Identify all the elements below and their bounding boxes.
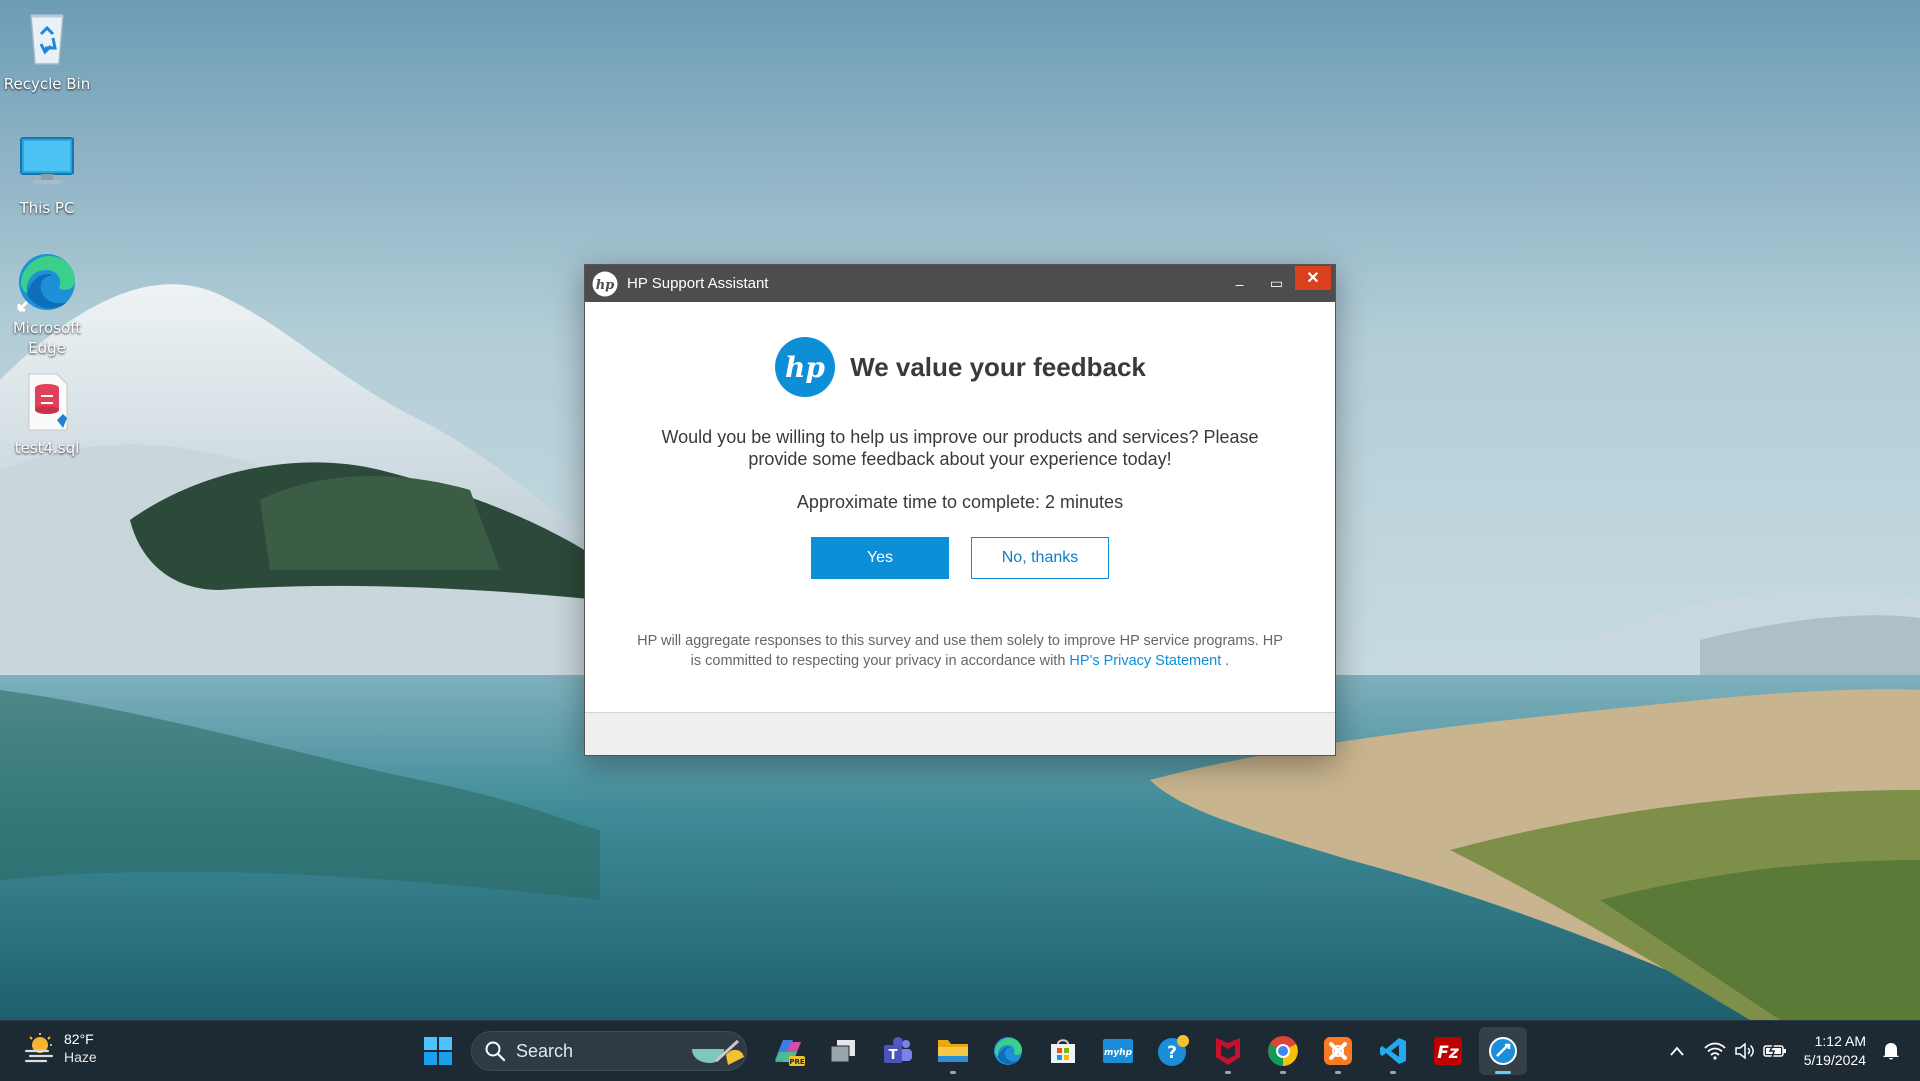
taskbar-store[interactable] [1039, 1027, 1087, 1075]
store-icon [1051, 1039, 1075, 1063]
taskbar: 82°F Haze Search PRE T myhp ? Fz 1:12 AM… [0, 1020, 1920, 1081]
windows-start-icon [424, 1037, 452, 1065]
svg-text:hp: hp [785, 351, 825, 384]
search-icon [485, 1041, 506, 1062]
weather-condition: Haze [64, 1049, 97, 1065]
svg-text:Fz: Fz [1437, 1043, 1459, 1063]
battery-charging-icon [1762, 1043, 1786, 1059]
desktop-icon-this-pc[interactable]: This PC [0, 130, 94, 218]
chrome-icon [1268, 1036, 1298, 1066]
taskbar-task-view[interactable] [819, 1027, 867, 1075]
chevron-up-icon [1670, 1046, 1684, 1056]
taskbar-mcafee[interactable] [1204, 1027, 1252, 1075]
hp-support-icon [1489, 1037, 1517, 1065]
myhp-text: myhp [1104, 1048, 1133, 1058]
dialog-heading: We value your feedback [850, 351, 1146, 382]
close-button[interactable]: ✕ [1295, 266, 1331, 290]
running-indicator [1335, 1071, 1341, 1074]
copilot-icon: PRE [775, 1040, 805, 1066]
privacy-disclaimer: HP will aggregate responses to this surv… [630, 631, 1290, 671]
svg-text:?: ? [1167, 1043, 1177, 1063]
weather-haze-icon [24, 1033, 54, 1063]
taskbar-apps: Search PRE T myhp ? Fz [414, 1027, 1527, 1075]
copilot-badge: PRE [789, 1058, 805, 1066]
no-thanks-button[interactable]: No, thanks [971, 537, 1109, 579]
xampp-icon [1324, 1037, 1352, 1065]
bell-icon [1883, 1043, 1899, 1060]
recycle-bin-icon [30, 14, 64, 65]
maximize-button[interactable]: ▭ [1258, 265, 1295, 302]
battery-button[interactable] [1760, 1036, 1790, 1066]
folder-icon [938, 1040, 968, 1062]
help-icon: ? [1158, 1035, 1189, 1066]
taskbar-copilot[interactable]: PRE [764, 1027, 812, 1075]
svg-text:hp: hp [596, 278, 615, 293]
yes-button[interactable]: Yes [811, 537, 949, 579]
task-view-icon [830, 1040, 855, 1063]
running-indicator [1225, 1071, 1231, 1074]
taskbar-search[interactable]: Search [471, 1031, 747, 1071]
taskbar-vscode[interactable] [1369, 1027, 1417, 1075]
filezilla-icon: Fz [1434, 1037, 1462, 1065]
disclaimer-end: . [1221, 653, 1230, 669]
taskbar-xampp[interactable] [1314, 1027, 1362, 1075]
privacy-statement-link[interactable]: HP's Privacy Statement [1069, 653, 1221, 669]
desktop-icon-label: This PC [19, 199, 75, 217]
monitor-icon [20, 137, 74, 184]
hp-feedback-dialog: hp HP Support Assistant – ▭ ✕ hp We valu… [584, 264, 1336, 756]
desktop-icon-label: test4.sql [14, 439, 80, 457]
teams-icon: T [884, 1037, 912, 1063]
minimize-button[interactable]: – [1221, 265, 1258, 302]
weather-temp: 82°F [64, 1031, 94, 1047]
approx-time-text: Approximate time to complete: 2 minutes [796, 492, 1124, 512]
running-indicator [950, 1071, 956, 1074]
edge-icon [17, 254, 75, 312]
hp-logo-icon: hp [592, 271, 618, 296]
dialog-body: hp We value your feedback Would you be w… [585, 302, 1335, 671]
running-indicator [1280, 1071, 1286, 1074]
desktop-icon-label: Microsoft Edge [12, 319, 82, 357]
taskbar-filezilla[interactable]: Fz [1424, 1027, 1472, 1075]
svg-text:T: T [889, 1048, 898, 1063]
dialog-titlebar[interactable]: hp HP Support Assistant – ▭ ✕ [585, 265, 1335, 302]
clock-date: 5/19/2024 [1803, 1052, 1866, 1068]
volume-icon [1734, 1042, 1754, 1060]
clock[interactable]: 1:12 AM 5/19/2024 [1804, 1032, 1866, 1070]
running-indicator [1390, 1071, 1396, 1074]
dialog-footer [585, 712, 1335, 755]
taskbar-myhp[interactable]: myhp [1094, 1027, 1142, 1075]
volume-button[interactable] [1730, 1036, 1760, 1066]
taskbar-chrome[interactable] [1259, 1027, 1307, 1075]
taskbar-edge[interactable] [984, 1027, 1032, 1075]
desktop-icon-test4-sql[interactable]: test4.sql [0, 370, 94, 458]
system-tray: 1:12 AM 5/19/2024 [1662, 1021, 1920, 1081]
myhp-icon: myhp [1103, 1039, 1133, 1063]
heading-row: hp We value your feedback [585, 336, 1335, 398]
clock-time: 1:12 AM [1814, 1033, 1866, 1049]
taskbar-get-help[interactable]: ? [1149, 1027, 1197, 1075]
start-button[interactable] [414, 1027, 462, 1075]
desktop-icon-label: Recycle Bin [3, 75, 91, 93]
taskbar-hp-support-assistant[interactable] [1479, 1027, 1527, 1075]
taskbar-file-explorer[interactable] [929, 1027, 977, 1075]
running-indicator [1495, 1071, 1511, 1074]
wifi-icon [1704, 1042, 1726, 1060]
show-hidden-icons-button[interactable] [1662, 1036, 1692, 1066]
mcafee-icon [1216, 1038, 1240, 1065]
vscode-icon [1380, 1038, 1406, 1064]
sql-file-icon [28, 373, 68, 431]
desktop-icon-recycle-bin[interactable]: Recycle Bin [0, 6, 94, 94]
weather-widget[interactable]: 82°F Haze [22, 1030, 97, 1066]
network-button[interactable] [1700, 1036, 1730, 1066]
intro-text: Would you be willing to help us improve … [661, 427, 1259, 469]
notifications-button[interactable] [1876, 1036, 1906, 1066]
hp-logo-icon: hp [775, 337, 836, 397]
taskbar-teams[interactable]: T [874, 1027, 922, 1075]
desktop-icon-microsoft-edge[interactable]: Microsoft Edge [0, 250, 94, 358]
search-highlight-icon [692, 1039, 744, 1065]
edge-icon [994, 1037, 1022, 1065]
button-row: Yes No, thanks [585, 537, 1335, 579]
search-placeholder: Search [516, 1040, 574, 1061]
window-title: HP Support Assistant [627, 275, 769, 292]
